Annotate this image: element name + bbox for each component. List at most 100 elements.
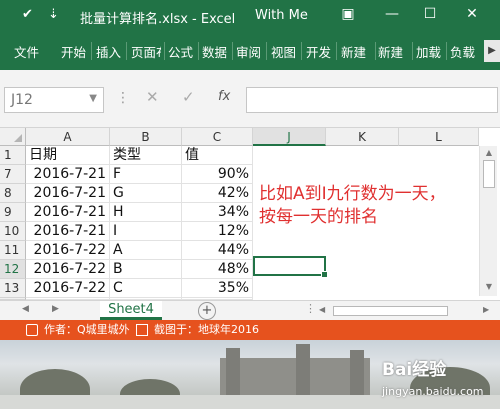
tab-separator (198, 42, 199, 60)
horizontal-scrollbar[interactable]: ⋮ ◀ ▶ (305, 302, 495, 318)
cell-date[interactable]: 2016-7-22 (26, 241, 110, 260)
row-header[interactable]: 9 (0, 203, 26, 222)
add-sheet-icon[interactable]: + (198, 302, 216, 320)
tab-file[interactable]: 文件 (14, 42, 39, 61)
cell-value-header[interactable]: 值 (182, 146, 253, 165)
tab-new-1[interactable]: 新建 (341, 42, 373, 61)
credit-author: 作者：Q城里城外 (44, 323, 130, 336)
cell-date[interactable]: 2016-7-21 (26, 184, 110, 203)
tab-separator (336, 42, 337, 60)
column-header-k[interactable]: K (326, 128, 399, 146)
cell-value[interactable]: 48% (182, 260, 253, 279)
castle-tower (350, 350, 364, 398)
select-all-corner[interactable] (0, 128, 26, 146)
cell-value[interactable]: 34% (182, 203, 253, 222)
baidu-watermark: Bai经验 jingyan.baidu.com (382, 355, 484, 400)
scroll-up-icon[interactable]: ▲ (480, 148, 498, 157)
tab-page-layout[interactable]: 页面布 (131, 42, 161, 61)
insert-function-button[interactable]: fx (218, 89, 230, 104)
scroll-thumb[interactable] (333, 306, 448, 316)
credit-bar: 作者：Q城里城外 截图于：地球年2016 (0, 320, 500, 340)
ribbon-tabs: 文件 开始 插入 页面布 公式 数据 审阅 视图 开发 新建 新建 加载 负载 … (0, 32, 500, 70)
formula-input[interactable] (246, 87, 498, 113)
cell-date[interactable]: 2016-7-21 (26, 165, 110, 184)
column-header-a[interactable]: A (26, 128, 110, 146)
row-header[interactable]: 13 (0, 279, 26, 298)
row-header[interactable]: 7 (0, 165, 26, 184)
tab-separator (266, 42, 267, 60)
more-icon: ⋮ (116, 90, 130, 106)
cell-date[interactable]: 2016-7-22 (26, 260, 110, 279)
tab-separator (91, 42, 92, 60)
enter-check-icon[interactable]: ✓ (182, 88, 195, 106)
save-icon[interactable]: ✔ (22, 7, 33, 22)
cell-type[interactable]: B (110, 260, 182, 279)
cell-date[interactable]: 2016-7-21 (26, 203, 110, 222)
cell-date-header[interactable]: 日期 (26, 146, 110, 165)
cell-type[interactable]: I (110, 222, 182, 241)
window-title: 批量计算排名.xlsx - Excel (80, 12, 236, 27)
title-bar: ✔ ⇣ 批量计算排名.xlsx - Excel With Me ▣ — ☐ ✕ (0, 0, 500, 32)
cell-value[interactable]: 44% (182, 241, 253, 260)
tab-home[interactable]: 开始 (61, 42, 86, 61)
tab-view[interactable]: 视图 (271, 42, 296, 61)
tab-load[interactable]: 负载 (450, 42, 475, 61)
chevron-down-icon[interactable]: ▼ (89, 93, 97, 104)
active-cell-selection[interactable] (253, 256, 328, 278)
cell-type[interactable]: F (110, 165, 182, 184)
tab-addins[interactable]: 加载 (416, 42, 441, 61)
tab-new-2[interactable]: 新建 (378, 42, 410, 61)
sheet-tab-active[interactable]: Sheet4 (100, 301, 162, 320)
sheet-tabs-bar: ◀ ▶ Sheet4 + ⋮ ◀ ▶ (0, 300, 500, 320)
ribbon-display-options-icon[interactable]: ▣ (338, 6, 358, 22)
column-header-l[interactable]: L (399, 128, 479, 146)
cell-type[interactable]: A (110, 241, 182, 260)
user-name[interactable]: With Me (255, 8, 308, 23)
scroll-thumb[interactable] (483, 160, 495, 188)
tab-data[interactable]: 数据 (202, 42, 227, 61)
column-header-b[interactable]: B (110, 128, 182, 146)
cell-type[interactable]: H (110, 203, 182, 222)
cell-value[interactable]: 90% (182, 165, 253, 184)
row-header-selected[interactable]: 12 (0, 260, 26, 279)
cell-date[interactable]: 2016-7-22 (26, 279, 110, 298)
vertical-scrollbar[interactable]: ▲ ▼ (479, 146, 497, 296)
scroll-down-icon[interactable]: ▼ (480, 282, 498, 291)
row-header[interactable]: 1 (0, 146, 26, 165)
cell-date[interactable]: 2016-7-21 (26, 222, 110, 241)
tab-developer[interactable]: 开发 (306, 42, 331, 61)
column-header-j[interactable]: J (253, 128, 326, 146)
cell-type[interactable]: C (110, 279, 182, 298)
cell-value[interactable]: 42% (182, 184, 253, 203)
prev-sheet-icon[interactable]: ◀ (22, 304, 29, 314)
cell-value[interactable]: 12% (182, 222, 253, 241)
row-header[interactable]: 11 (0, 241, 26, 260)
ribbon-scroll-right-icon[interactable]: ▶ (484, 40, 500, 62)
cell-type-header[interactable]: 类型 (110, 146, 182, 165)
scroll-right-icon[interactable]: ▶ (483, 305, 489, 314)
next-sheet-icon[interactable]: ▶ (52, 304, 59, 314)
customize-quick-access-icon[interactable]: ⇣ (48, 7, 59, 22)
maximize-button[interactable]: ☐ (420, 6, 440, 22)
cell-value[interactable]: 35% (182, 279, 253, 298)
tab-insert[interactable]: 插入 (96, 42, 121, 61)
formula-bar-area: J12 ▼ ⋮ ✕ ✓ fx (0, 70, 500, 128)
tab-separator (375, 42, 376, 60)
castle-tower (296, 344, 310, 398)
worksheet-grid: A B C J K L 1 日期 类型 值 7 2016-7-21 F 90% … (0, 128, 500, 300)
cancel-icon[interactable]: ✕ (146, 88, 159, 106)
name-box[interactable]: J12 ▼ (4, 87, 104, 113)
cell-type[interactable]: G (110, 184, 182, 203)
scroll-left-icon[interactable]: ◀ (319, 305, 325, 314)
row-header[interactable]: 10 (0, 222, 26, 241)
row-header[interactable]: 8 (0, 184, 26, 203)
watermark-brand-2: 经验 (412, 360, 447, 380)
column-header-c[interactable]: C (182, 128, 253, 146)
close-button[interactable]: ✕ (462, 6, 482, 22)
watermark-brand: Bai (382, 360, 413, 380)
tab-review[interactable]: 审阅 (236, 42, 261, 61)
tab-formulas[interactable]: 公式 (168, 42, 193, 61)
tab-separator (301, 42, 302, 60)
minimize-button[interactable]: — (382, 6, 402, 22)
capture-icon (136, 324, 148, 336)
